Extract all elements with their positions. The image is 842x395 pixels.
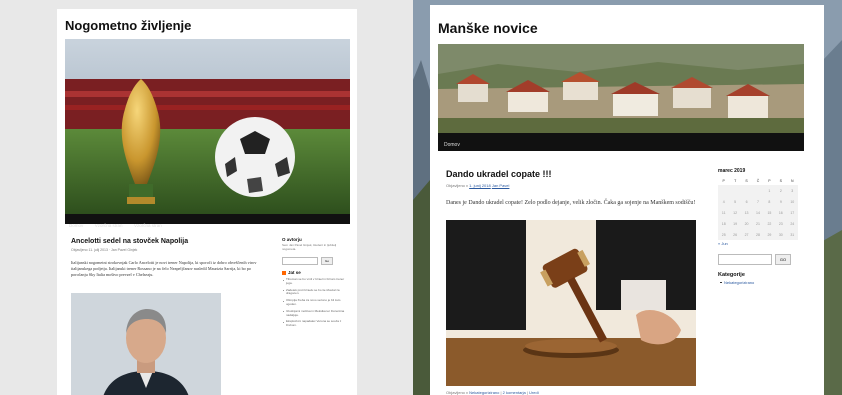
meta-prefix: Objavljeno v (446, 183, 469, 188)
rss-item[interactable]: Olimpija žreba za novo sezono je bil zel… (283, 298, 350, 307)
calendar-title: marec 2019 (718, 168, 746, 174)
nav-item-home[interactable]: Domov (444, 142, 460, 148)
calendar-day: 15 (763, 207, 776, 218)
calendar-day: 24 (786, 218, 798, 229)
calendar-day: 23 (775, 218, 787, 229)
post-body: Danes je Dando ukradel copate! Zelo podl… (446, 200, 696, 206)
main-nav: Domov (438, 133, 804, 151)
calendar-day: 13 (740, 207, 753, 218)
about-text: Sem Jan Pavel Ginjek, študent in ljubite… (282, 243, 337, 251)
post-body: Italijanski nogometni strokovnjak Carlo … (71, 260, 257, 277)
calendar-day: 30 (775, 229, 787, 240)
rss-icon (282, 270, 286, 275)
nav-item-sample-page-2[interactable]: Vzorčna stran (134, 223, 162, 228)
calendar-day: 4 (718, 196, 730, 207)
calendar-day: 26 (729, 229, 741, 240)
rss-widget-header: Jat se (282, 270, 350, 275)
calendar-day: 7 (752, 196, 764, 207)
calendar-day: 6 (740, 196, 753, 207)
rss-item[interactable]: Zadetek proti Izraelu se bo še izkazal z… (283, 288, 350, 297)
calendar-day: 2 (775, 185, 787, 196)
calendar-day: 17 (786, 207, 798, 218)
weekday: S (745, 179, 748, 183)
post-title[interactable]: Dando ukradel copate !!! (446, 169, 552, 179)
calendar-day (740, 185, 753, 196)
post-image-portrait (71, 293, 221, 395)
calendar-day: 16 (775, 207, 787, 218)
calendar-day: 25 (718, 229, 730, 240)
calendar: P T S Č P S N 1 2 3 4 5 6 7 8 9 10 11 12… (718, 177, 798, 240)
search-form: GO (718, 254, 800, 265)
left-screenshot: Nogometno življenje Domov Vzorčna stran … (0, 0, 413, 395)
search-button[interactable]: GO (775, 254, 791, 265)
weekday: P (768, 179, 771, 183)
rss-item[interactable]: Izkušnjami moštva in Meksika ter Fiorent… (283, 309, 350, 318)
categories-list: Nekategorizirano (720, 280, 800, 285)
weekday: S (779, 179, 782, 183)
edit-link[interactable]: Uredi (529, 390, 539, 395)
right-page: Manške novice Domov Dando ukradel copate… (430, 5, 824, 395)
left-page: Nogometno življenje Domov Vzorčna stran … (57, 9, 357, 395)
calendar-day: 9 (775, 196, 787, 207)
calendar-day: 11 (718, 207, 730, 218)
header-image-world-cup (65, 39, 350, 214)
widget-heading-rss[interactable]: Jat se (288, 270, 301, 275)
weekday: Č (756, 179, 760, 183)
categories-heading: Kategorije (718, 272, 745, 278)
weekday: T (734, 179, 737, 183)
post-meta: Objavljeno 11. julij 2013 · Jan Pavel Gi… (71, 248, 138, 252)
calendar-day: 28 (752, 229, 764, 240)
main-nav: Domov Vzorčna stran Vzorčna stran (65, 214, 350, 228)
search-button[interactable]: Go (321, 257, 333, 265)
calendar-day: 10 (786, 196, 798, 207)
weekday: P (722, 179, 725, 183)
calendar-day: 14 (752, 207, 764, 218)
rss-list: Tiboman se bo vrnil v Izrael in bil tam … (282, 277, 350, 328)
right-screenshot: Manške novice Domov Dando ukradel copate… (413, 0, 842, 395)
post-image-gavel (446, 220, 696, 386)
calendar-day: 5 (729, 196, 741, 207)
weekday: N (791, 179, 794, 183)
search-form: Go (282, 257, 350, 265)
rss-item[interactable]: Eksplozivni napadalec Verona se sooča z … (283, 320, 350, 328)
calendar-day (752, 185, 764, 196)
category-link[interactable]: Nekategorizirano (469, 390, 499, 395)
calendar-day: 21 (752, 218, 764, 229)
category-item[interactable]: Nekategorizirano (720, 280, 800, 285)
post-title[interactable]: Ancelotti sedel na stovček Napolija (71, 238, 188, 245)
calendar-day: 31 (786, 229, 798, 240)
calendar-day: 29 (763, 229, 776, 240)
nav-item-home[interactable]: Domov (69, 223, 83, 228)
post-meta: Objavljeno v 1. junij 2018 Jan Pavel (446, 183, 509, 188)
calendar-day: 19 (729, 218, 741, 229)
header-image-village (438, 44, 804, 133)
calendar-day: 18 (718, 218, 730, 229)
sidebar: O avtorju Sem Jan Pavel Ginjek, študent … (282, 237, 350, 331)
calendar-day: 27 (740, 229, 753, 240)
site-title[interactable]: Nogometno življenje (65, 18, 191, 33)
calendar-day: 8 (763, 196, 776, 207)
widget-heading-about: O avtorju (282, 237, 302, 242)
calendar-day: 12 (729, 207, 741, 218)
calendar-day (729, 185, 741, 196)
rss-item[interactable]: Tiboman se bo vrnil v Izrael in bil tam … (283, 277, 350, 286)
post-date-link[interactable]: 1. junij 2018 (469, 183, 491, 188)
sidebar: marec 2019 P T S Č P S N 1 2 3 4 5 6 7 8… (718, 168, 800, 285)
search-input[interactable] (718, 254, 772, 265)
calendar-day: 20 (740, 218, 753, 229)
nav-item-sample-page[interactable]: Vzorčna stran (95, 223, 123, 228)
search-input[interactable] (282, 257, 318, 265)
calendar-day (718, 185, 730, 196)
calendar-prev-link[interactable]: « Jun (718, 241, 800, 246)
site-title[interactable]: Manške novice (438, 20, 538, 36)
post-author-link[interactable]: Jan Pavel (492, 183, 510, 188)
footer-prefix: Objavljeno v (446, 390, 469, 395)
calendar-day: 1 (763, 185, 776, 196)
post-footer: Objavljeno v Nekategorizirano | 2 koment… (446, 390, 539, 395)
calendar-day: 3 (786, 185, 798, 196)
comments-link[interactable]: 2 komentarja (503, 390, 526, 395)
calendar-day: 22 (763, 218, 776, 229)
